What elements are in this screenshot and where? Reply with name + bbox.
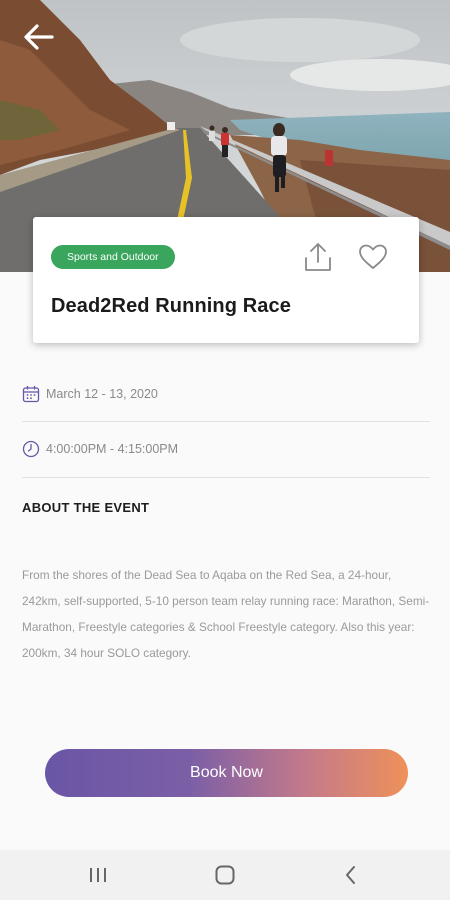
home-icon[interactable]	[213, 863, 237, 887]
divider	[22, 421, 430, 422]
nav-back-icon[interactable]	[339, 863, 363, 887]
event-description: From the shores of the Dead Sea to Aqaba…	[22, 568, 430, 660]
share-icon[interactable]	[303, 241, 333, 273]
book-now-button[interactable]: Book Now	[45, 749, 408, 797]
event-date: March 12 - 13, 2020	[46, 387, 158, 401]
event-title: Dead2Red Running Race	[51, 295, 291, 317]
recents-icon[interactable]	[86, 863, 110, 887]
about-heading: ABOUT THE EVENT	[22, 500, 150, 515]
heart-icon[interactable]	[358, 243, 388, 271]
event-time-row: 4:00:00PM - 4:15:00PM	[22, 435, 430, 463]
calendar-icon	[22, 386, 40, 403]
clock-icon	[22, 440, 40, 458]
category-badge[interactable]: Sports and Outdoor	[51, 245, 175, 269]
divider	[22, 477, 430, 478]
back-arrow-icon[interactable]	[22, 22, 56, 52]
system-navigation-bar	[0, 850, 450, 900]
event-time: 4:00:00PM - 4:15:00PM	[46, 442, 179, 456]
event-date-row: March 12 - 13, 2020	[22, 380, 430, 408]
event-summary-card: Sports and Outdoor Dead2Red Running Race	[33, 217, 419, 343]
